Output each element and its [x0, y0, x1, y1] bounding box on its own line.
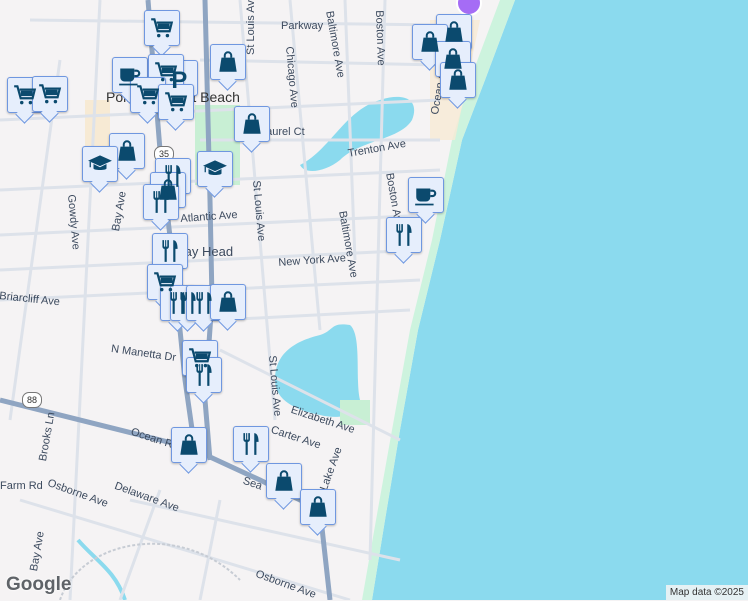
bag-icon	[441, 19, 467, 45]
poi-marker-bag[interactable]	[109, 133, 145, 169]
cart-icon	[135, 82, 161, 108]
poi-marker-bag[interactable]	[171, 427, 207, 463]
bag-icon	[215, 289, 241, 315]
poi-marker-bag[interactable]	[234, 106, 270, 142]
route-shield-88: 88	[22, 392, 42, 408]
bag-icon	[176, 432, 202, 458]
poi-marker-fork-knife[interactable]	[386, 217, 422, 253]
poi-marker-bag[interactable]	[210, 284, 246, 320]
poi-marker-graduation-cap[interactable]	[197, 151, 233, 187]
poi-marker-bag[interactable]	[440, 62, 476, 98]
map-attribution[interactable]: Map data ©2025	[665, 585, 748, 600]
poi-marker-fork-knife[interactable]	[233, 426, 269, 462]
poi-marker-cart[interactable]	[158, 84, 194, 120]
bag-icon	[114, 138, 140, 164]
street-label: St Louis Ave	[245, 0, 257, 55]
poi-marker-graduation-cap[interactable]	[82, 146, 118, 182]
bag-icon	[305, 494, 331, 520]
poi-marker-bag[interactable]	[210, 44, 246, 80]
poi-marker-cart[interactable]	[130, 77, 166, 113]
fork-knife-icon	[391, 222, 417, 248]
bag-icon	[271, 468, 297, 494]
graduation-cap-icon	[202, 156, 228, 182]
street-label: Parkway	[281, 20, 324, 32]
ocean	[372, 0, 748, 600]
bag-icon	[445, 67, 471, 93]
fork-knife-icon	[191, 290, 217, 316]
fork-knife-icon	[238, 431, 264, 457]
bag-icon	[239, 111, 265, 137]
lake-north	[300, 96, 415, 172]
poi-marker-bag[interactable]	[300, 489, 336, 525]
cart-icon	[37, 81, 63, 107]
fork-knife-icon	[148, 189, 174, 215]
poi-marker-cup[interactable]	[408, 177, 444, 213]
poi-marker-fork-knife[interactable]	[186, 357, 222, 393]
cup-icon	[413, 182, 439, 208]
street-label: Boston Ave	[373, 10, 387, 66]
cart-icon	[12, 82, 38, 108]
graduation-cap-icon	[87, 151, 113, 177]
street-label: Farm Rd	[0, 480, 43, 492]
poi-marker-fork-knife[interactable]	[152, 233, 188, 269]
poi-marker-bag[interactable]	[266, 463, 302, 499]
poi-marker-fork-knife[interactable]	[143, 184, 179, 220]
poi-marker-cart[interactable]	[144, 10, 180, 46]
cart-icon	[163, 89, 189, 115]
google-logo: Google	[6, 574, 72, 595]
fork-knife-icon	[191, 362, 217, 388]
cart-icon	[149, 15, 175, 41]
fork-knife-icon	[157, 238, 183, 264]
bag-icon	[215, 49, 241, 75]
poi-marker-cart[interactable]	[32, 76, 68, 112]
